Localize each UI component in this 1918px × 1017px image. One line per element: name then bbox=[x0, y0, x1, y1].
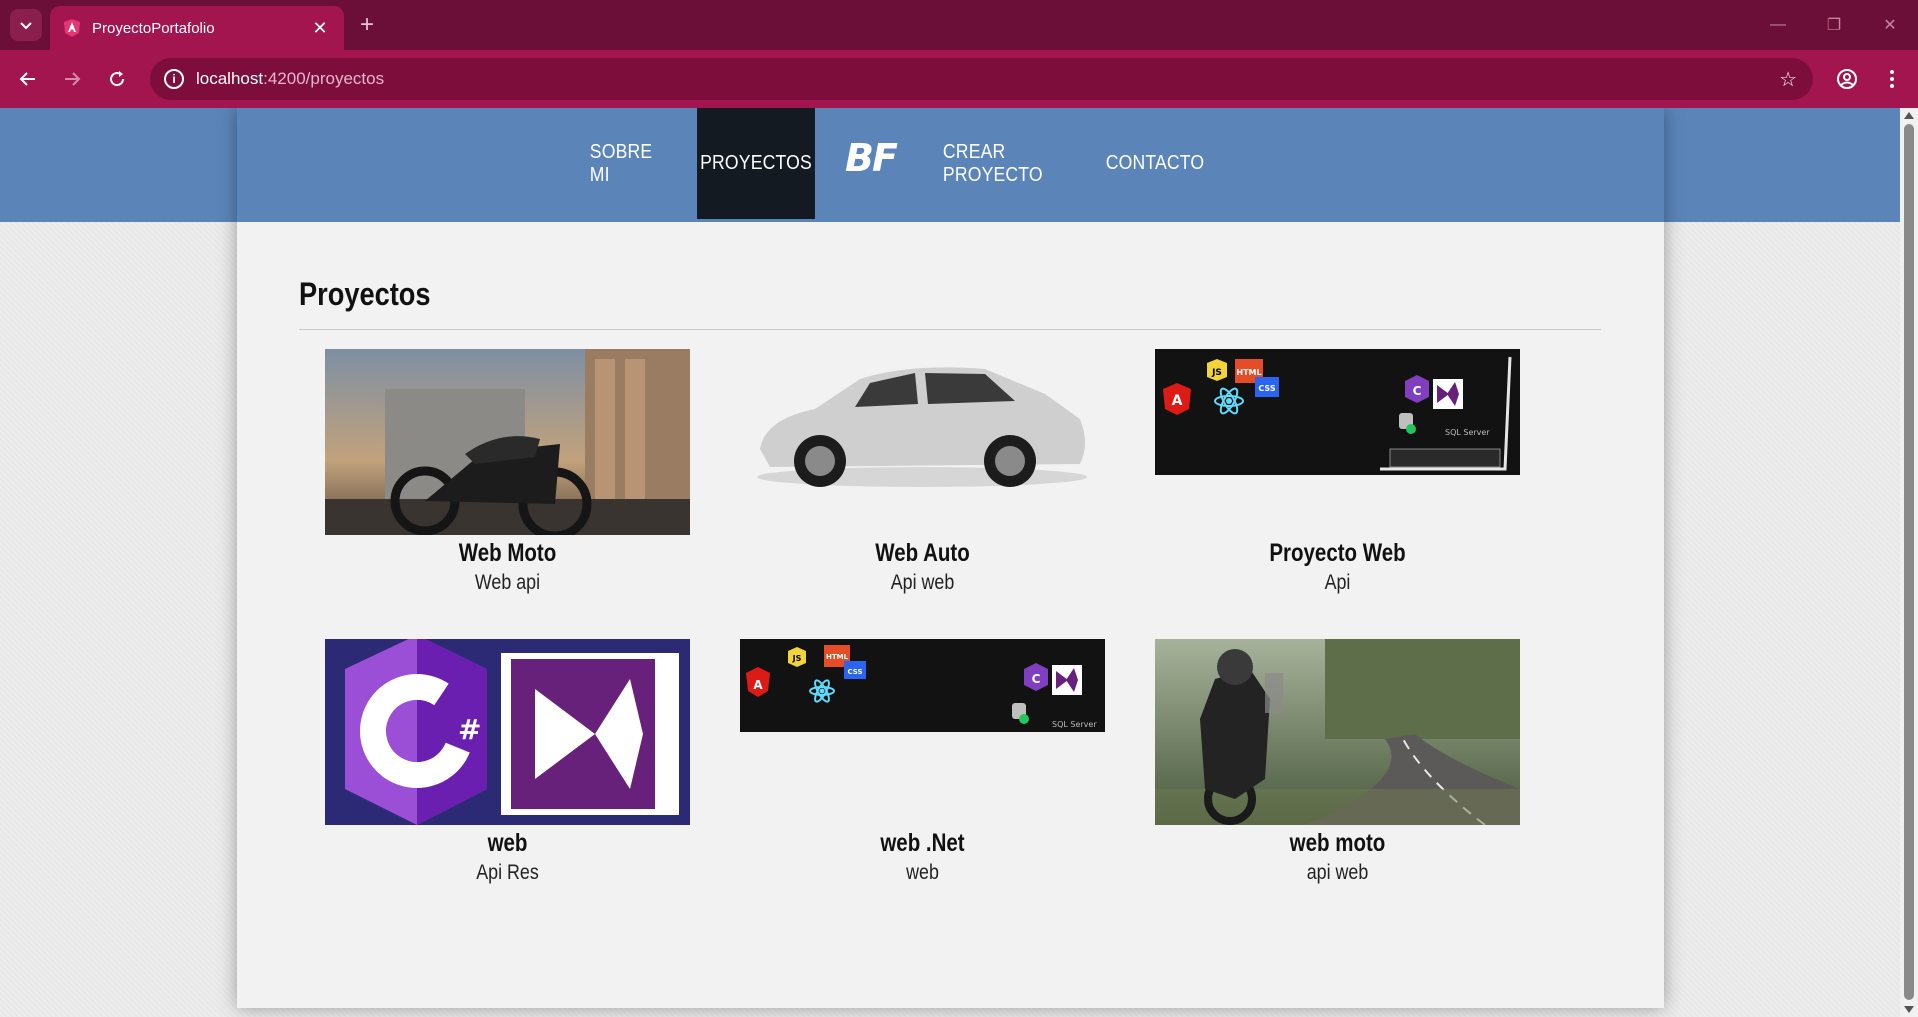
new-tab-button[interactable]: + bbox=[352, 10, 382, 40]
project-card[interactable]: web moto api web bbox=[1155, 639, 1520, 899]
tech-stack-banner[interactable]: A JS HTML CSS C SQL Server bbox=[740, 639, 1105, 732]
site-info-icon[interactable]: i bbox=[164, 69, 184, 89]
suv-car-photo[interactable] bbox=[740, 349, 1105, 535]
back-arrow-icon[interactable] bbox=[12, 63, 44, 95]
svg-text:#: # bbox=[458, 713, 481, 746]
nav-sobre-mi[interactable]: SOBRE MI bbox=[590, 108, 660, 219]
restore-button[interactable]: ❐ bbox=[1814, 12, 1854, 38]
svg-text:A: A bbox=[1172, 393, 1183, 409]
project-description: Api Res bbox=[476, 861, 539, 884]
project-name: web bbox=[487, 829, 528, 857]
top-navbar: SOBRE MI PROYECTOS BF CREAR PROYECTO CON… bbox=[237, 108, 1664, 222]
motorcycle-photo[interactable] bbox=[325, 349, 690, 535]
close-window-button[interactable]: ✕ bbox=[1870, 12, 1910, 38]
url-text: localhost:4200/proyectos bbox=[196, 69, 385, 88]
project-description: Web api bbox=[474, 571, 541, 594]
csharp-visualstudio-logo[interactable]: # bbox=[325, 639, 690, 825]
project-card[interactable]: Web Moto Web api bbox=[325, 349, 690, 609]
project-card[interactable]: A JS HTML CSS C bbox=[1155, 349, 1520, 609]
svg-text:CSS: CSS bbox=[1258, 384, 1275, 393]
bookmark-star-icon[interactable]: ☆ bbox=[1779, 67, 1797, 92]
scroll-down-arrow-icon[interactable] bbox=[1904, 1006, 1914, 1013]
project-name: Proyecto Web bbox=[1269, 539, 1406, 567]
browser-tab-bar: ProyectoPortafolio ✕ + — ❐ ✕ bbox=[0, 0, 1918, 50]
tab-search-button[interactable] bbox=[10, 9, 42, 41]
svg-text:A: A bbox=[753, 678, 763, 692]
project-description: Api bbox=[1324, 571, 1351, 594]
project-name: web moto bbox=[1289, 829, 1386, 857]
svg-text:JS: JS bbox=[792, 654, 802, 663]
svg-text:C: C bbox=[1413, 384, 1422, 398]
scroll-up-arrow-icon[interactable] bbox=[1904, 112, 1914, 119]
profile-icon[interactable] bbox=[1831, 63, 1863, 95]
project-description: web bbox=[906, 861, 939, 884]
project-card[interactable]: Web Auto Api web bbox=[740, 349, 1105, 609]
svg-text:SQL Server: SQL Server bbox=[1052, 720, 1097, 729]
project-card[interactable]: # web Api Res bbox=[325, 639, 690, 899]
adventure-motorcycle-photo[interactable] bbox=[1155, 639, 1520, 825]
page-title: Proyectos bbox=[299, 276, 431, 312]
nav-proyectos[interactable]: PROYECTOS bbox=[697, 108, 815, 219]
project-description: api web bbox=[1306, 861, 1369, 884]
browser-tab[interactable]: ProyectoPortafolio ✕ bbox=[50, 6, 344, 50]
project-card[interactable]: A JS HTML CSS C bbox=[740, 639, 1105, 899]
project-name: Web Auto bbox=[875, 539, 970, 567]
svg-text:SQL Server: SQL Server bbox=[1445, 428, 1490, 437]
chevron-down-icon bbox=[20, 22, 32, 30]
vertical-scrollbar[interactable] bbox=[1900, 108, 1918, 1017]
svg-text:CSS: CSS bbox=[847, 668, 862, 676]
scrollbar-thumb[interactable] bbox=[1904, 124, 1914, 1000]
nav-contacto[interactable]: CONTACTO bbox=[1106, 108, 1204, 219]
nav-crear-proyecto[interactable]: CREAR PROYECTO bbox=[943, 108, 1059, 219]
page-viewport: SOBRE MI PROYECTOS BF CREAR PROYECTO CON… bbox=[0, 108, 1900, 1017]
main-container: SOBRE MI PROYECTOS BF CREAR PROYECTO CON… bbox=[237, 108, 1664, 1008]
tab-title: ProyectoPortafolio bbox=[92, 19, 215, 37]
svg-text:C: C bbox=[1032, 672, 1041, 686]
project-name: web .Net bbox=[880, 829, 965, 857]
tab-close-icon[interactable]: ✕ bbox=[308, 18, 332, 39]
address-bar[interactable]: i localhost:4200/proyectos ☆ bbox=[150, 58, 1813, 100]
project-name: Web Moto bbox=[458, 539, 557, 567]
browser-toolbar: i localhost:4200/proyectos ☆ bbox=[0, 50, 1918, 108]
menu-kebab-icon[interactable] bbox=[1876, 63, 1908, 95]
title-divider bbox=[299, 329, 1601, 330]
minimize-button[interactable]: — bbox=[1758, 12, 1798, 38]
forward-arrow-icon[interactable] bbox=[56, 63, 88, 95]
angular-favicon-icon bbox=[64, 19, 80, 37]
svg-text:JS: JS bbox=[1211, 368, 1222, 378]
project-description: Api web bbox=[890, 571, 955, 594]
tech-stack-banner[interactable]: A JS HTML CSS C SQL Server bbox=[1155, 349, 1520, 475]
reload-icon[interactable] bbox=[101, 63, 133, 95]
site-logo[interactable]: BF bbox=[845, 136, 898, 180]
svg-text:HTML: HTML bbox=[826, 653, 849, 661]
svg-text:HTML: HTML bbox=[1236, 368, 1261, 377]
